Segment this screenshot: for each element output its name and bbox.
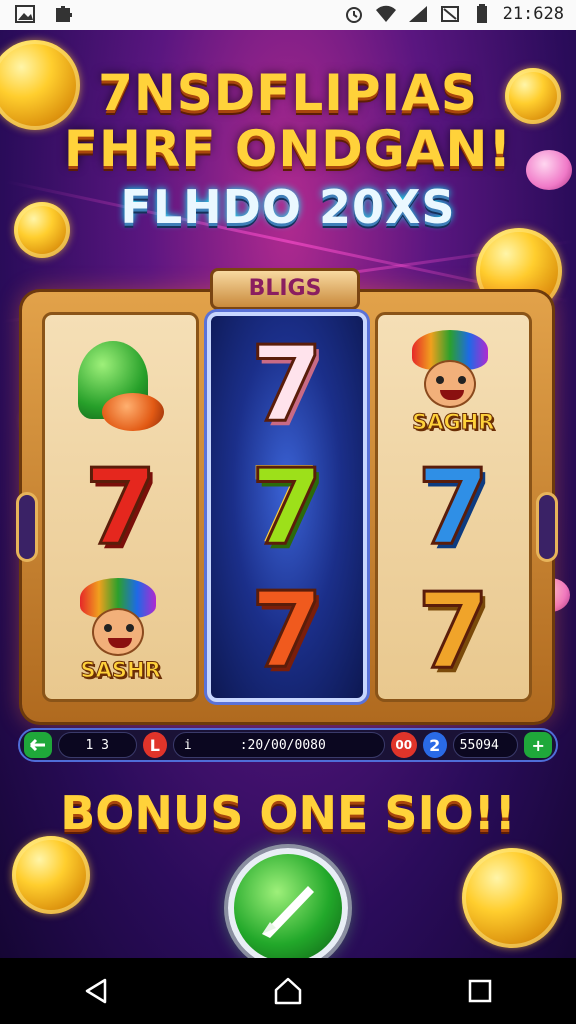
reel-2: 7 7 7 <box>207 312 367 702</box>
pink-seven-symbol: 7 <box>249 322 324 445</box>
center-mark: i <box>183 737 192 753</box>
jester-character-symbol: SAGHR <box>393 327 513 439</box>
gold-coin <box>12 836 90 914</box>
spin-button[interactable] <box>228 848 348 958</box>
reel-plaque: BLIGS <box>210 268 360 310</box>
signal-icon <box>408 6 427 22</box>
character-label: SAGHR <box>412 410 495 435</box>
status-bar: 21:628 <box>0 0 576 30</box>
recents-button[interactable] <box>450 966 510 1016</box>
puzzle-icon <box>56 6 72 22</box>
minus-button[interactable] <box>24 732 52 758</box>
wifi-icon <box>375 5 396 22</box>
status-time: 21:628 <box>502 4 564 24</box>
recents-icon <box>468 979 492 1003</box>
slot-machine-frame: BLIGS 7 SASHR 7 7 7 SAGHR 7 7 <box>16 268 558 722</box>
title-line-3: FLHDO 20XS <box>120 180 456 234</box>
slot-game-screen: 7NSDFLIPIAS FHRF ONDGAN! FLHDO 20XS BLIG… <box>0 30 576 958</box>
alarm-icon <box>345 7 362 23</box>
bonus-banner: BONUS ONE SIO!! <box>60 786 516 840</box>
home-icon <box>274 977 302 1005</box>
character-label: SASHR <box>80 658 161 683</box>
title-line-1: 7NSDFLIPIAS <box>98 64 478 122</box>
title-line-2: FHRF ONDGAN! <box>63 120 513 178</box>
red-seven-symbol: 7 <box>83 446 158 568</box>
back-button[interactable] <box>66 966 126 1016</box>
right-label-button[interactable]: 00 <box>390 732 417 758</box>
back-icon <box>85 978 107 1004</box>
navigation-bar <box>0 958 576 1024</box>
home-button[interactable] <box>258 966 318 1016</box>
battery-icon <box>476 4 487 23</box>
win-value: 55094 <box>452 732 519 758</box>
plus-button[interactable]: + <box>524 732 552 758</box>
gold-coin <box>462 848 562 948</box>
spin-icon <box>262 886 314 938</box>
gold-seven-symbol: 7 <box>416 570 491 692</box>
control-bar: 1 3 L i :20/00/0080 00 2 55094 + <box>18 728 558 762</box>
info-button[interactable]: 2 <box>422 732 447 758</box>
tilted-seven-symbol: 7 <box>249 569 324 692</box>
data-off-icon <box>440 6 459 22</box>
credit-field: i :20/00/0080 <box>172 732 385 758</box>
bet-value: 1 3 <box>57 732 137 758</box>
blue-seven-symbol: 7 <box>416 446 491 568</box>
credit-value: :20/00/0080 <box>239 737 326 753</box>
right-side-tab <box>536 492 558 562</box>
reel-1: 7 SASHR <box>42 312 200 702</box>
green-hat-symbol <box>61 327 181 439</box>
minus-icon <box>29 738 45 752</box>
rainbow-seven-symbol: 7 <box>249 445 324 568</box>
jester-character-symbol: SASHR <box>61 575 181 687</box>
bet-button[interactable]: L <box>142 732 167 758</box>
left-side-tab <box>16 492 38 562</box>
reels: 7 SASHR 7 7 7 SAGHR 7 7 <box>42 312 532 702</box>
reel-3: SAGHR 7 7 <box>374 312 532 702</box>
image-icon <box>15 5 35 23</box>
